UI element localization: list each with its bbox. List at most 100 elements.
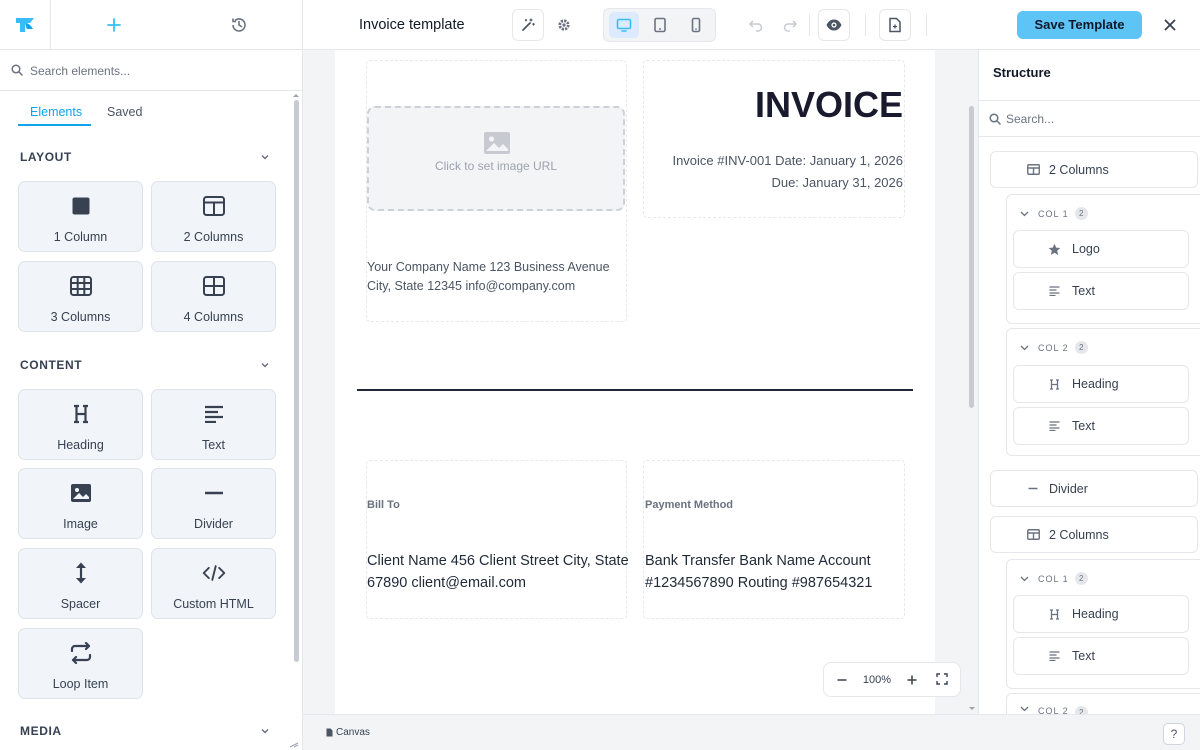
tab-active-underline [18,124,91,126]
columns-icon [1027,152,1040,187]
bill-to-line1[interactable]: Client Name 456 Client Street City, Stat… [367,550,629,572]
item-label: Text [1072,284,1095,298]
structure-item-logo[interactable]: Logo [1013,230,1189,268]
element-card-heading[interactable]: Heading [18,389,143,460]
col-label: COL 2 [1038,342,1069,353]
loop-icon [69,641,93,665]
app-logo[interactable] [13,14,37,36]
structure-item-heading[interactable]: Heading [1013,365,1189,403]
magic-wand-button[interactable] [512,9,544,41]
element-card-image[interactable]: Image [18,468,143,539]
add-icon[interactable] [98,9,130,41]
settings-icon[interactable] [548,9,580,41]
payment-line2[interactable]: #1234567890 Routing #987654321 [645,572,872,594]
heading-icon [1049,596,1060,632]
history-icon[interactable] [223,9,255,41]
count-badge: 2 [1074,207,1088,220]
element-card-divider[interactable]: Divider [151,468,276,539]
preview-button[interactable] [818,9,850,41]
structure-item-heading[interactable]: Heading [1013,595,1189,633]
bill-to-line2[interactable]: 67890 client@email.com [367,572,526,594]
chevron-down-icon [1020,576,1029,581]
invoice-heading[interactable]: INVOICE [650,84,903,126]
structure-item-text[interactable]: Text [1013,272,1189,310]
structure-col-2-header[interactable]: COL 2 2 [1020,706,1088,714]
chevron-down-icon[interactable] [259,151,271,163]
company-info-line2[interactable]: City, State 12345 info@company.com [367,277,575,296]
tablet-view-button[interactable] [645,12,675,38]
chevron-down-icon[interactable] [259,725,271,737]
search-icon [989,113,1001,125]
structure-col-1-header[interactable]: COL 1 2 [1020,572,1088,585]
text-icon [1049,273,1060,309]
save-template-button[interactable]: Save Template [1017,11,1142,39]
structure-item-divider[interactable]: Divider [990,470,1198,507]
col-label: COL 1 [1038,573,1069,584]
grid-icon [69,274,93,298]
help-button[interactable]: ? [1163,723,1185,745]
fullscreen-icon[interactable] [936,673,948,685]
mobile-view-button[interactable] [681,12,711,38]
desktop-view-button[interactable] [609,12,639,38]
canvas-scrollbar[interactable] [969,106,974,408]
card-label: Heading [57,438,104,452]
export-button[interactable] [879,9,911,41]
company-info-line1[interactable]: Your Company Name 123 Business Avenue [367,258,610,277]
structure-item-2-columns[interactable]: 2 Columns [990,516,1198,553]
element-card-spacer[interactable]: Spacer [18,548,143,619]
redo-icon[interactable] [774,9,806,41]
canvas-breadcrumb[interactable]: Canvas [336,727,370,738]
star-icon [1048,231,1061,267]
scroll-up-icon[interactable] [292,93,300,98]
structure-col-1-header[interactable]: COL 1 2 [1020,207,1088,220]
image-placeholder-text: Click to set image URL [434,159,558,173]
invoice-meta-line1[interactable]: Invoice #INV-001 Date: January 1, 2026 [650,151,903,170]
text-icon [202,402,226,426]
element-card-text[interactable]: Text [151,389,276,460]
element-card-4-columns[interactable]: 4 Columns [151,261,276,332]
card-label: 1 Column [53,230,108,244]
structure-col-2-header[interactable]: COL 2 2 [1020,341,1088,354]
search-icon [11,64,23,76]
zoom-level: 100% [862,674,892,686]
element-card-custom-html[interactable]: Custom HTML [151,548,276,619]
count-badge: 2 [1074,706,1088,714]
left-scrollbar[interactable] [294,100,299,662]
search-input[interactable]: Search elements... [30,64,130,78]
logo-image-placeholder[interactable]: Click to set image URL [367,106,625,211]
zoom-out-icon[interactable] [836,674,848,686]
payment-method-heading[interactable]: Payment Method [645,499,733,511]
tab-saved[interactable]: Saved [107,105,142,119]
element-card-2-columns[interactable]: 2 Columns [151,181,276,252]
bill-to-heading[interactable]: Bill To [367,499,400,511]
item-label: 2 Columns [1049,527,1109,542]
structure-item-text[interactable]: Text [1013,637,1189,675]
resize-handle-icon[interactable] [289,742,299,748]
item-label: Divider [1049,481,1088,496]
card-label: Text [202,438,225,452]
zoom-in-icon[interactable] [906,674,918,686]
scroll-down-icon[interactable] [968,706,976,711]
invoice-meta-line2[interactable]: Due: January 31, 2026 [650,173,903,192]
divider-line[interactable] [357,389,913,391]
column-1-box[interactable] [366,460,627,619]
layout-section-title: LAYOUT [20,150,72,164]
structure-search[interactable]: Search... [979,100,1200,137]
item-label: Logo [1072,242,1100,256]
heading-icon [69,402,93,426]
close-icon[interactable] [1154,9,1186,41]
structure-search-input[interactable]: Search... [1006,112,1054,126]
element-card-loop-item[interactable]: Loop Item [18,628,143,699]
column-2-box[interactable] [643,460,905,619]
structure-item-text[interactable]: Text [1013,407,1189,445]
tab-elements[interactable]: Elements [30,105,82,119]
undo-icon[interactable] [740,9,772,41]
element-card-1-column[interactable]: 1 Column [18,181,143,252]
structure-item-2-columns[interactable]: 2 Columns [990,151,1198,188]
element-search[interactable]: Search elements... [0,50,302,91]
element-card-3-columns[interactable]: 3 Columns [18,261,143,332]
top-toolbar: Invoice template Save Template [0,0,1200,50]
chevron-down-icon[interactable] [259,359,271,371]
square-icon [69,194,93,218]
payment-line1[interactable]: Bank Transfer Bank Name Account [645,550,871,572]
